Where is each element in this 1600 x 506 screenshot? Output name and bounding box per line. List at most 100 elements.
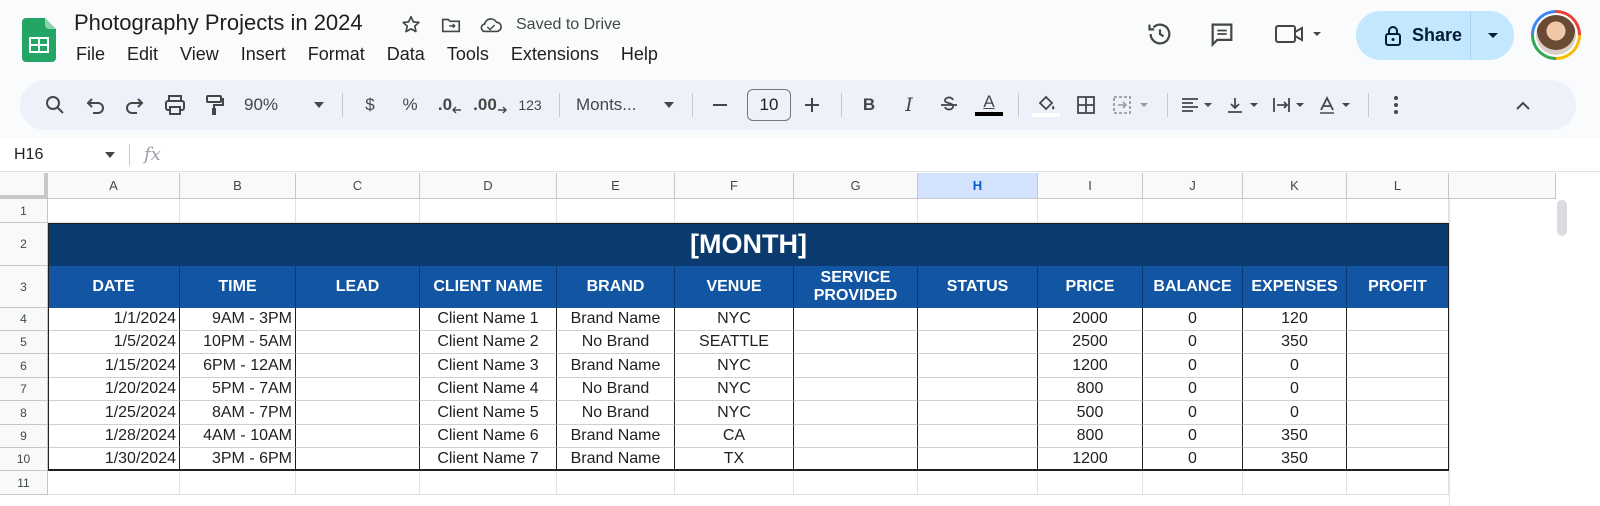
data-cell-b7[interactable]: 5PM - 7AM <box>180 378 296 401</box>
column-header-j[interactable]: J <box>1143 173 1243 199</box>
data-cell-c4[interactable] <box>296 308 420 331</box>
row-header-5[interactable]: 5 <box>0 331 48 354</box>
data-cell-a6[interactable]: 1/15/2024 <box>48 354 180 378</box>
row-header-11[interactable]: 11 <box>0 471 48 495</box>
undo-icon[interactable] <box>78 87 112 123</box>
data-cell-e4[interactable]: Brand Name <box>557 308 675 331</box>
cell-b1[interactable] <box>180 199 296 223</box>
data-cell-l4[interactable] <box>1347 308 1449 331</box>
header-cell-service-provided[interactable]: SERVICE PROVIDED <box>794 266 918 308</box>
collapse-toolbar-icon[interactable] <box>1506 87 1540 123</box>
data-cell-i9[interactable]: 800 <box>1038 425 1143 448</box>
column-header-d[interactable]: D <box>420 173 557 199</box>
cell-l1[interactable] <box>1347 199 1449 223</box>
share-dropdown[interactable] <box>1471 32 1514 40</box>
horizontal-align-icon[interactable] <box>1178 87 1218 123</box>
data-cell-h7[interactable] <box>918 378 1038 401</box>
data-cell-c9[interactable] <box>296 425 420 448</box>
header-cell-price[interactable]: PRICE <box>1038 266 1143 308</box>
data-cell-h10[interactable] <box>918 448 1038 471</box>
decrease-decimal-button[interactable]: .0 <box>433 87 467 123</box>
cell-a1[interactable] <box>48 199 180 223</box>
column-header-c[interactable]: C <box>296 173 420 199</box>
cell-c11[interactable] <box>296 471 420 495</box>
data-cell-j4[interactable]: 0 <box>1143 308 1243 331</box>
search-menus-icon[interactable] <box>38 87 72 123</box>
column-header-g[interactable]: G <box>794 173 918 199</box>
data-cell-b10[interactable]: 3PM - 6PM <box>180 448 296 471</box>
currency-format-button[interactable]: $ <box>353 87 387 123</box>
meet-icon[interactable] <box>1270 14 1326 54</box>
star-icon[interactable] <box>398 12 424 38</box>
column-header-e[interactable]: E <box>557 173 675 199</box>
data-cell-e7[interactable]: No Brand <box>557 378 675 401</box>
data-cell-a9[interactable]: 1/28/2024 <box>48 425 180 448</box>
data-cell-e10[interactable]: Brand Name <box>557 448 675 471</box>
row-header-8[interactable]: 8 <box>0 401 48 425</box>
spreadsheet-grid[interactable]: A B C D E F G H I J K L 1 2 3 4 5 6 7 8 9 10 11 [MONTH] DATE TIME… <box>0 173 1600 506</box>
header-cell-time[interactable]: TIME <box>180 266 296 308</box>
data-cell-d4[interactable]: Client Name 1 <box>420 308 557 331</box>
data-cell-i10[interactable]: 1200 <box>1038 448 1143 471</box>
font-size-input[interactable]: 10 <box>747 89 791 121</box>
data-cell-g8[interactable] <box>794 401 918 425</box>
font-select[interactable]: Monts... <box>570 87 680 123</box>
data-cell-k4[interactable]: 120 <box>1243 308 1347 331</box>
zoom-select[interactable]: 90% <box>238 87 330 123</box>
data-cell-b4[interactable]: 9AM - 3PM <box>180 308 296 331</box>
data-cell-a10[interactable]: 1/30/2024 <box>48 448 180 471</box>
data-cell-j9[interactable]: 0 <box>1143 425 1243 448</box>
print-icon[interactable] <box>158 87 192 123</box>
borders-icon[interactable] <box>1069 87 1103 123</box>
data-cell-d9[interactable]: Client Name 6 <box>420 425 557 448</box>
document-title[interactable]: Photography Projects in 2024 <box>74 10 363 36</box>
column-header-k[interactable]: K <box>1243 173 1347 199</box>
cell-g11[interactable] <box>794 471 918 495</box>
data-cell-k10[interactable]: 350 <box>1243 448 1347 471</box>
data-cell-c5[interactable] <box>296 331 420 354</box>
row-header-9[interactable]: 9 <box>0 425 48 448</box>
menu-edit[interactable]: Edit <box>127 44 158 65</box>
saved-status[interactable]: Saved to Drive <box>516 16 621 34</box>
data-cell-k6[interactable]: 0 <box>1243 354 1347 378</box>
data-cell-c6[interactable] <box>296 354 420 378</box>
data-cell-h8[interactable] <box>918 401 1038 425</box>
vertical-align-icon[interactable] <box>1224 87 1264 123</box>
data-cell-i8[interactable]: 500 <box>1038 401 1143 425</box>
header-cell-brand[interactable]: BRAND <box>557 266 675 308</box>
data-cell-c10[interactable] <box>296 448 420 471</box>
data-cell-e9[interactable]: Brand Name <box>557 425 675 448</box>
data-cell-h4[interactable] <box>918 308 1038 331</box>
cell-k1[interactable] <box>1243 199 1347 223</box>
cell-f1[interactable] <box>675 199 794 223</box>
data-cell-g10[interactable] <box>794 448 918 471</box>
name-box[interactable]: H16 <box>0 143 130 166</box>
data-cell-f5[interactable]: SEATTLE <box>675 331 794 354</box>
cell-a11[interactable] <box>48 471 180 495</box>
data-cell-e8[interactable]: No Brand <box>557 401 675 425</box>
data-cell-h6[interactable] <box>918 354 1038 378</box>
column-header-i[interactable]: I <box>1038 173 1143 199</box>
data-cell-e6[interactable]: Brand Name <box>557 354 675 378</box>
cell-e11[interactable] <box>557 471 675 495</box>
row-header-1[interactable]: 1 <box>0 199 48 223</box>
column-header-h[interactable]: H <box>918 173 1038 199</box>
data-cell-k8[interactable]: 0 <box>1243 401 1347 425</box>
data-cell-j5[interactable]: 0 <box>1143 331 1243 354</box>
sheets-logo-icon[interactable] <box>22 18 56 62</box>
decrease-font-size-icon[interactable] <box>703 87 737 123</box>
data-cell-f8[interactable]: NYC <box>675 401 794 425</box>
header-cell-status[interactable]: STATUS <box>918 266 1038 308</box>
menu-format[interactable]: Format <box>308 44 365 65</box>
header-cell-profit[interactable]: PROFIT <box>1347 266 1449 308</box>
data-cell-l5[interactable] <box>1347 331 1449 354</box>
month-title-cell[interactable]: [MONTH] <box>48 223 1449 266</box>
menu-help[interactable]: Help <box>621 44 658 65</box>
redo-icon[interactable] <box>118 87 152 123</box>
data-cell-k9[interactable]: 350 <box>1243 425 1347 448</box>
header-cell-date[interactable]: DATE <box>48 266 180 308</box>
menu-extensions[interactable]: Extensions <box>511 44 599 65</box>
data-cell-b6[interactable]: 6PM - 12AM <box>180 354 296 378</box>
data-cell-f4[interactable]: NYC <box>675 308 794 331</box>
data-cell-i6[interactable]: 1200 <box>1038 354 1143 378</box>
